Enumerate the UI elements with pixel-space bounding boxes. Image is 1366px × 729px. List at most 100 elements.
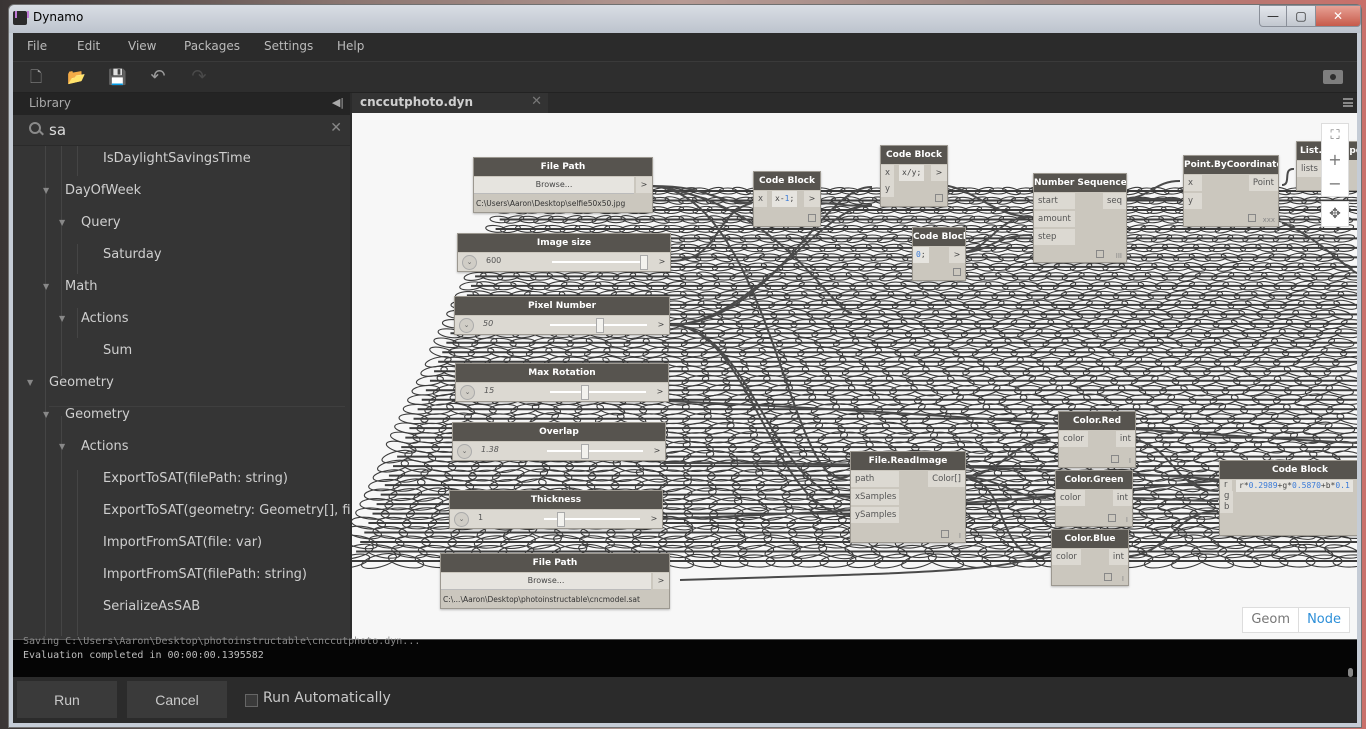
console-scrollbar[interactable] [1348,668,1353,677]
preview-toggle-icon[interactable] [1111,455,1119,463]
slider-thumb[interactable] [595,318,604,333]
slider-track[interactable] [552,261,648,263]
node-number-sequence[interactable]: Number Sequence start amount step seq II… [1033,173,1127,263]
preview-toggle-icon[interactable] [808,214,816,222]
node-thickness-slider[interactable]: Thickness ⌄ 1 > [449,490,663,529]
output-port[interactable]: > [653,573,669,589]
input-port-lists[interactable]: lists [1297,161,1322,177]
input-port-x[interactable]: x [881,165,895,181]
output-port[interactable]: > [653,317,669,333]
input-port-amount[interactable]: amount [1034,211,1075,227]
output-port[interactable]: > [654,254,670,270]
output-port[interactable]: > [649,443,665,459]
slider-thumb[interactable] [640,255,649,270]
preview-toggle-icon[interactable] [953,268,961,276]
browse-button[interactable]: Browse... [474,177,634,194]
zoom-out-icon[interactable]: − [1322,172,1348,196]
input-port-y[interactable]: y [1184,193,1202,209]
preview-toggle-icon[interactable] [935,194,943,202]
slider-track[interactable] [547,450,643,452]
expand-triangle-icon[interactable]: ▼ [59,304,65,334]
input-port-color[interactable]: color [1056,490,1085,506]
output-port-seq[interactable]: seq [1102,193,1126,209]
graph-canvas[interactable]: File Path Browse... > C:\Users\Aaron\Des… [352,113,1357,639]
node-color-red[interactable]: Color.Red color int I [1058,411,1136,468]
input-port-step[interactable]: step [1034,229,1075,245]
close-tab-icon[interactable]: ✕ [531,94,542,109]
preview-toggle-icon[interactable] [1108,514,1116,522]
library-tree-item[interactable]: ImportFromSAT(filePath: string) [13,560,343,590]
preview-toggle-icon[interactable] [1104,573,1112,581]
save-icon[interactable]: 💾 [108,68,127,86]
library-tree-item[interactable]: ▼ Geometry [13,368,343,398]
code-text[interactable]: x/y; [899,165,925,181]
input-port-y[interactable]: y [881,181,895,197]
expand-triangle-icon[interactable]: ▼ [59,208,65,238]
cancel-button[interactable]: Cancel [127,681,227,718]
preview-toggle-icon[interactable] [1248,214,1256,222]
browse-button[interactable]: Browse... [441,573,651,590]
library-tree-item[interactable]: ▼ Math [13,272,343,302]
input-port-g[interactable]: g [1220,491,1234,502]
expand-triangle-icon[interactable]: ▼ [59,432,65,462]
output-port-int[interactable]: int [1108,549,1128,565]
slider-track[interactable] [550,391,646,393]
input-port-b[interactable]: b [1220,502,1234,513]
output-port-point[interactable]: Point [1248,175,1278,191]
expand-triangle-icon[interactable]: ▼ [43,272,49,302]
menu-view[interactable]: View [128,39,156,53]
library-tree-item[interactable]: Saturday [13,240,343,270]
node-code-block[interactable]: Code Block 0; > [912,227,966,281]
pan-icon[interactable]: ✥ [1321,201,1349,227]
output-port[interactable]: > [636,177,652,193]
input-port-color[interactable]: color [1059,431,1088,447]
slider-thumb[interactable] [580,385,589,400]
library-tree-item[interactable]: ▼ Actions [13,304,343,334]
maximize-button[interactable]: ▢ [1286,5,1316,27]
library-tree-item[interactable]: ExportToSAT(geometry: Geometry[], file [13,496,350,526]
new-file-icon[interactable]: 🗋 [27,68,45,86]
node-color-blue[interactable]: Color.Blue color int I [1051,529,1129,586]
input-port-xsamples[interactable]: xSamples [851,489,899,505]
output-port[interactable]: > [646,511,662,527]
library-tree-item[interactable]: ▼ DayOfWeek [13,176,343,206]
node-file-path[interactable]: File Path Browse... > C:\Users\Aaron\Des… [473,157,653,213]
output-port-int[interactable]: int [1112,490,1132,506]
library-tree-item[interactable]: SerializeAsSAB [13,592,343,622]
node-file-read-image[interactable]: File.ReadImage path xSamples ySamples Co… [850,451,966,543]
menu-help[interactable]: Help [337,39,364,53]
clear-search-icon[interactable]: ✕ [330,120,342,136]
input-port-start[interactable]: start [1034,193,1075,209]
zoom-in-icon[interactable]: + [1322,148,1348,172]
undo-icon[interactable]: ↶ [149,68,167,86]
library-tree-item[interactable]: ▼ Geometry [13,400,343,430]
node-view-button[interactable]: Node [1298,608,1349,632]
tab-cnccutphoto[interactable]: cnccutphoto.dyn ✕ [352,93,548,113]
node-overlap-slider[interactable]: Overlap ⌄ 1.38 > [452,422,666,461]
node-max-rotation-slider[interactable]: Max Rotation ⌄ 15 > [455,363,669,402]
chevron-down-icon[interactable]: ⌄ [459,318,474,333]
collapse-library-icon[interactable]: ◀| [332,96,344,109]
menu-file[interactable]: File [27,39,47,53]
node-point-by-coordinates[interactable]: Point.ByCoordinates x y Point xxx [1183,155,1279,227]
slider-thumb[interactable] [581,444,590,459]
run-automatically-label[interactable]: Run Automatically [263,690,391,706]
tab-menu-icon[interactable] [1343,98,1353,107]
node-code-block-grayscale[interactable]: Code Block r g b r*0.2989+g*0.5870+b*0.1 [1219,460,1357,536]
output-port[interactable]: > [949,247,965,263]
chevron-down-icon[interactable]: ⌄ [460,385,475,400]
minimize-button[interactable]: — [1259,5,1287,27]
output-port[interactable]: > [931,165,947,181]
preview-toggle-icon[interactable] [1096,250,1104,258]
node-pixel-number-slider[interactable]: Pixel Number ⌄ 50 > [454,296,670,335]
library-tree-item[interactable]: IsDaylightSavingsTime [13,146,343,174]
menu-settings[interactable]: Settings [264,39,313,53]
input-port-r[interactable]: r [1220,480,1232,491]
node-file-path[interactable]: File Path Browse... > C:\...\Aaron\Deskt… [440,553,670,609]
code-text[interactable]: r*0.2989+g*0.5870+b*0.1 [1236,480,1353,492]
code-text[interactable]: 0; [913,247,929,263]
input-port-color[interactable]: color [1052,549,1081,565]
input-port-x[interactable]: x [1184,175,1202,191]
output-port[interactable]: > [804,191,820,207]
run-automatically-checkbox[interactable] [245,694,258,707]
